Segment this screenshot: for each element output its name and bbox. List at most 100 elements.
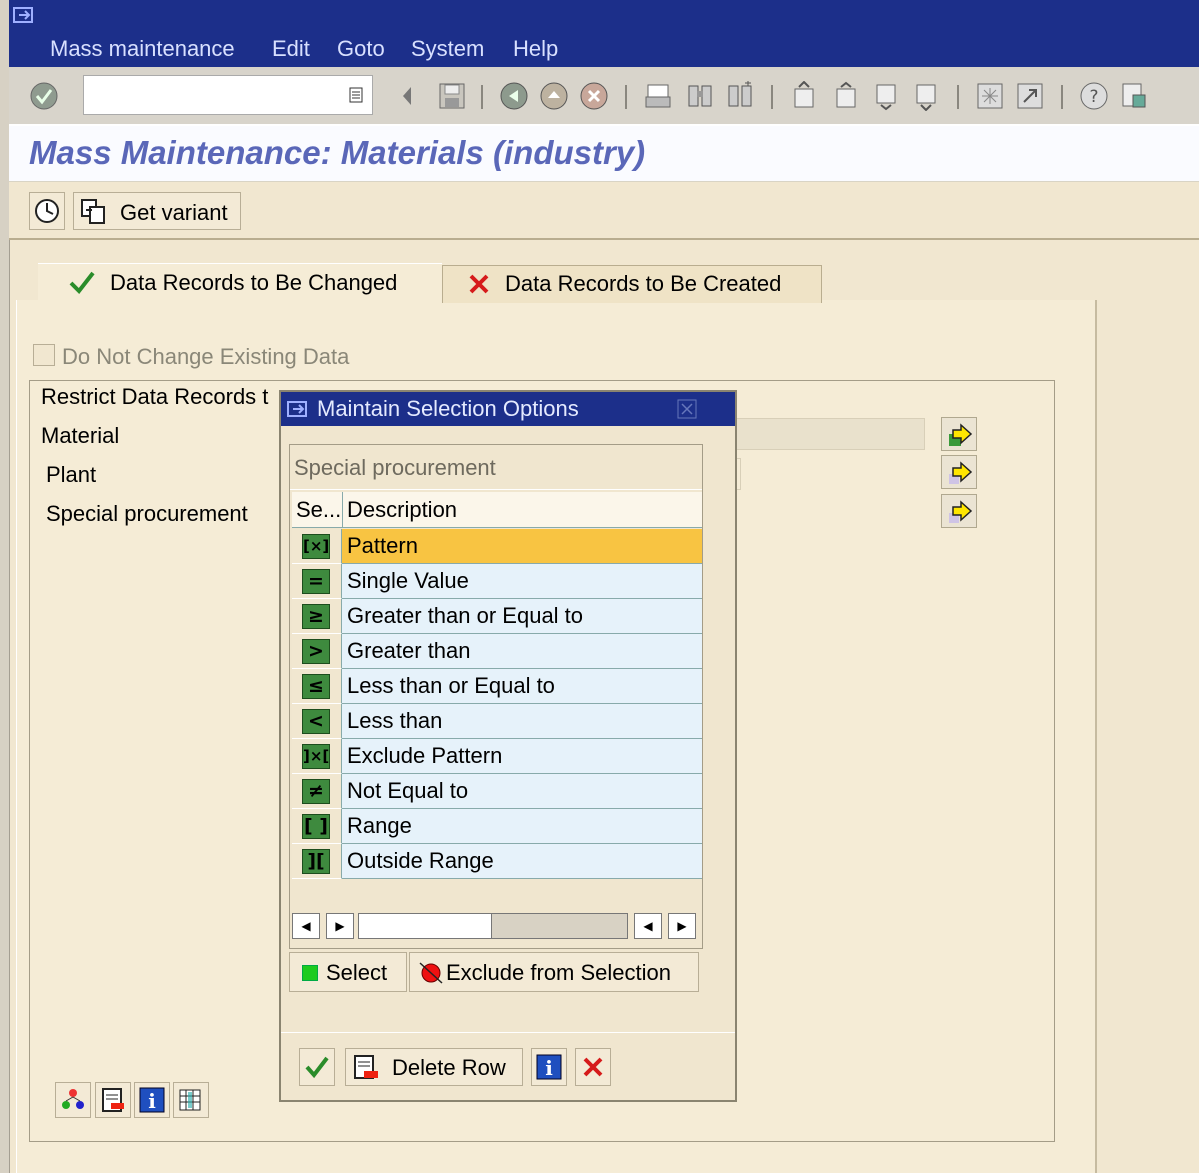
selection-options-table: Special procurement Se... Description [×… [289, 444, 703, 949]
range-icon: [ ] [302, 814, 330, 839]
table-settings-button[interactable] [173, 1082, 209, 1118]
menu-help[interactable]: Help [513, 36, 558, 62]
menu-goto[interactable]: Goto [337, 36, 385, 62]
find-next-icon[interactable] [725, 81, 755, 111]
delete-entries-button[interactable] [95, 1082, 131, 1118]
last-page-icon[interactable] [911, 81, 941, 111]
material-to-field[interactable] [735, 418, 925, 450]
option-label: Single Value [342, 564, 702, 599]
find-icon[interactable] [685, 81, 715, 111]
option-row-exclude-pattern[interactable]: ]×[ Exclude Pattern [292, 739, 702, 774]
option-row-less-equal[interactable]: ≤ Less than or Equal to [292, 669, 702, 704]
separator [625, 85, 627, 109]
delete-row-button[interactable]: Delete Row [345, 1048, 523, 1086]
tab-data-records-to-be-changed[interactable]: Data Records to Be Changed [38, 263, 442, 301]
red-circle-icon [419, 962, 443, 984]
dialog-window-icon [287, 401, 307, 417]
scroll-right-button[interactable]: ▶ [668, 913, 696, 939]
option-row-pattern[interactable]: [×] Pattern [292, 529, 702, 564]
close-icon[interactable] [677, 399, 697, 419]
multiple-selection-special-procurement-button[interactable] [941, 494, 977, 528]
svg-text:?: ? [1089, 87, 1098, 107]
tab-data-records-to-be-created[interactable]: Data Records to Be Created [442, 265, 822, 303]
variant-icon [81, 199, 105, 224]
do-not-change-checkbox[interactable] [33, 344, 55, 366]
shortcut-icon[interactable] [1015, 81, 1045, 111]
divider [342, 492, 343, 527]
next-page-icon[interactable] [871, 81, 901, 111]
page-title: Mass Maintenance: Materials (industry) [29, 134, 646, 171]
divider [281, 1032, 735, 1033]
tab-label: Data Records to Be Changed [110, 270, 398, 295]
horizontal-scrollbar[interactable]: ◀ ▶ ◀ ▶ [292, 913, 702, 943]
command-field[interactable] [83, 75, 373, 115]
help-icon[interactable]: ? [1079, 81, 1109, 111]
red-x-icon [469, 274, 489, 294]
menu-system[interactable]: System [411, 36, 484, 62]
title-bar: Mass Maintenance: Materials (industry) [9, 126, 1199, 182]
info-button[interactable]: i [134, 1082, 170, 1118]
pattern-icon: [×] [302, 534, 330, 559]
confirm-button[interactable] [299, 1048, 335, 1086]
cancel-icon[interactable] [579, 81, 609, 111]
multiple-selection-plant-button[interactable] [941, 455, 977, 489]
greater-equal-icon: ≥ [302, 604, 330, 629]
separator [1061, 85, 1063, 109]
execute-button[interactable] [29, 192, 65, 230]
back-icon[interactable] [499, 81, 529, 111]
option-row-greater[interactable]: > Greater than [292, 634, 702, 669]
separator [771, 85, 773, 109]
svg-text:i: i [545, 1056, 553, 1080]
column-header-description[interactable]: Description [347, 497, 457, 523]
option-row-less[interactable]: < Less than [292, 704, 702, 739]
scroll-right-button[interactable]: ▶ [326, 913, 354, 939]
menu-bar: Mass maintenance Edit Goto System Help [9, 0, 1199, 67]
get-variant-button[interactable]: Get variant [73, 192, 241, 230]
option-label: Greater than or Equal to [342, 599, 702, 634]
option-row-greater-equal[interactable]: ≥ Greater than or Equal to [292, 599, 702, 634]
scroll-track[interactable] [358, 913, 628, 939]
exclude-pattern-icon: ]×[ [302, 744, 330, 769]
option-row-range[interactable]: [ ] Range [292, 809, 702, 844]
multiple-selection-material-button[interactable] [941, 417, 977, 451]
info-icon: i [536, 1054, 562, 1080]
save-icon[interactable] [437, 81, 467, 111]
column-header-sign[interactable]: Se... [296, 497, 340, 523]
info-button[interactable]: i [531, 1048, 567, 1086]
option-row-not-equal[interactable]: ≠ Not Equal to [292, 774, 702, 809]
print-icon[interactable] [643, 81, 673, 111]
field-label-special-procurement: Special procurement [46, 501, 248, 526]
layout-settings-icon[interactable] [1119, 81, 1149, 111]
multiple-selection-arrow-icon [949, 423, 973, 446]
cancel-button[interactable] [575, 1048, 611, 1086]
option-row-single-value[interactable]: = Single Value [292, 564, 702, 599]
delete-entries-icon [102, 1088, 124, 1112]
enter-check-icon[interactable] [29, 81, 59, 111]
create-session-icon[interactable] [975, 81, 1005, 111]
collapse-arrow-icon[interactable] [397, 81, 417, 111]
dialog-title: Maintain Selection Options [317, 396, 579, 421]
table-settings-icon [179, 1089, 201, 1111]
window-menu-icon[interactable] [13, 6, 37, 26]
scroll-left-button[interactable]: ◀ [634, 913, 662, 939]
command-history-icon[interactable] [348, 86, 364, 104]
previous-page-icon[interactable] [831, 81, 861, 111]
scroll-left-button[interactable]: ◀ [292, 913, 320, 939]
first-page-icon[interactable] [789, 81, 819, 111]
menu-mass-maintenance[interactable]: Mass maintenance [50, 36, 235, 62]
structure-button[interactable] [55, 1082, 91, 1118]
menu-edit[interactable]: Edit [272, 36, 310, 62]
scroll-thumb[interactable] [359, 914, 492, 938]
select-button[interactable]: Select [289, 952, 407, 992]
exclude-from-selection-button[interactable]: Exclude from Selection [409, 952, 699, 992]
get-variant-label: Get variant [120, 200, 228, 225]
option-row-outside-range[interactable]: ][ Outside Range [292, 844, 702, 879]
delete-row-icon [354, 1055, 378, 1079]
do-not-change-label: Do Not Change Existing Data [62, 344, 350, 369]
divider [290, 489, 702, 490]
exit-icon[interactable] [539, 81, 569, 111]
svg-text:i: i [148, 1089, 156, 1113]
less-equal-icon: ≤ [302, 674, 330, 699]
field-label-material: Material [41, 423, 120, 448]
tab-label: Data Records to Be Created [505, 271, 782, 296]
